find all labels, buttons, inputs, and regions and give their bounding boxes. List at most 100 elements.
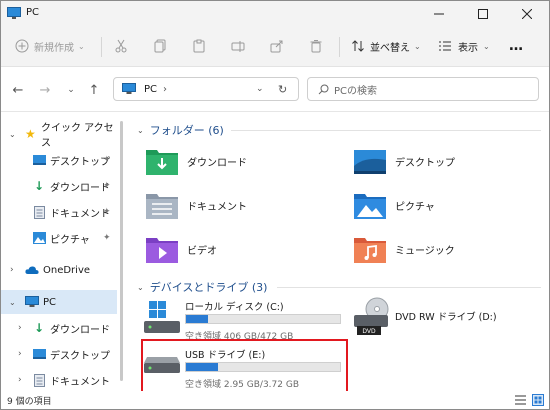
minimize-icon — [434, 13, 444, 15]
sidebar-item-pc[interactable]: ⌄ PC — [1, 290, 117, 314]
sidebar-item-label: ドキュメント — [50, 208, 110, 220]
windows-drive-icon — [144, 301, 180, 333]
sidebar-item-quick-access[interactable]: ⌄ ★ クイック アクセス — [1, 122, 117, 149]
folder-videos[interactable]: ビデオ — [145, 229, 345, 269]
drive-usage-bar — [185, 314, 341, 324]
more-options-button[interactable]: … — [509, 35, 523, 57]
pin-icon: ✦ — [103, 181, 111, 191]
drive-name: DVD RW ドライブ (D:) — [395, 312, 497, 323]
chevron-down-icon[interactable]: ⌄ — [9, 298, 16, 307]
forward-button[interactable]: → — [36, 81, 54, 99]
download-arrow-icon: ↓ — [34, 179, 45, 193]
details-view-icon[interactable] — [515, 395, 526, 405]
status-bar: 9 個の項目 — [1, 391, 549, 409]
download-arrow-icon: ↓ — [34, 321, 45, 335]
refresh-icon[interactable]: ↻ — [278, 83, 287, 96]
section-divider — [231, 130, 541, 131]
chevron-down-icon: ⌄ — [414, 41, 421, 51]
sidebar-item-documents[interactable]: ドキュメント ✦ — [1, 200, 117, 224]
chevron-right-icon: › — [163, 83, 168, 95]
drives-section-header[interactable]: ⌄ デバイスとドライブ (3) — [137, 279, 267, 295]
pc-icon — [122, 83, 136, 94]
up-button[interactable]: ↑ — [85, 81, 103, 99]
address-bar[interactable]: PC › ⌄ ↻ — [113, 77, 299, 101]
chevron-right-icon[interactable]: › — [18, 323, 22, 333]
paste-icon — [193, 39, 205, 53]
trash-icon — [310, 40, 322, 53]
sidebar-item-label: ピクチャ — [50, 234, 90, 246]
desktop-folder-icon — [354, 150, 386, 174]
pc-icon — [7, 7, 21, 19]
chevron-down-icon[interactable]: ⌄ — [9, 130, 16, 139]
breadcrumb-pc[interactable]: PC — [144, 84, 157, 95]
rename-button[interactable] — [231, 35, 245, 57]
chevron-right-icon[interactable]: › — [10, 265, 14, 275]
toolbar: 新規作成 ⌄ 並べ替え ⌄ 表示 ⌄ … — [1, 27, 549, 67]
sidebar-item-label: ダウンロード — [50, 324, 110, 336]
explorer-window: PC 新規作成 ⌄ 並べ替え ⌄ 表示 ⌄ … ← → ⌄ ↑ PC › ⌄ ↻… — [0, 0, 550, 410]
tiles-view-icon[interactable] — [532, 394, 544, 406]
cut-button[interactable] — [114, 35, 128, 57]
downloads-folder-icon — [146, 150, 178, 175]
window-title: PC — [26, 7, 40, 18]
folder-downloads[interactable]: ダウンロード — [145, 141, 345, 181]
new-icon — [15, 39, 29, 53]
sort-button[interactable]: 並べ替え ⌄ — [351, 35, 421, 57]
folder-documents[interactable]: ドキュメント — [145, 185, 345, 225]
arrow-up-icon: ↑ — [88, 82, 100, 98]
maximize-button[interactable] — [461, 1, 505, 27]
delete-button[interactable] — [309, 35, 323, 57]
search-box[interactable]: PCの検索 — [307, 77, 539, 101]
sort-label: 並べ替え — [370, 42, 410, 54]
close-button[interactable] — [505, 1, 549, 27]
view-button[interactable]: 表示 ⌄ — [438, 35, 490, 57]
share-icon — [270, 40, 283, 53]
folder-desktop[interactable]: デスクトップ — [353, 141, 549, 181]
section-divider — [277, 287, 541, 288]
sidebar-item-pc-desktop[interactable]: › デスクトップ — [1, 342, 117, 366]
address-dropdown-icon[interactable]: ⌄ — [256, 84, 264, 94]
drive-d[interactable]: DVD DVD RW ドライブ (D:) — [349, 297, 549, 349]
new-button[interactable]: 新規作成 ⌄ — [15, 35, 85, 57]
sidebar-item-pictures[interactable]: ピクチャ ✦ — [1, 226, 117, 250]
folder-music[interactable]: ミュージック — [353, 229, 549, 269]
sidebar-item-label: ダウンロード — [50, 182, 110, 194]
view-icon — [439, 41, 451, 51]
highlight-annotation — [141, 339, 348, 399]
chevron-down-icon: ⌄ — [67, 85, 75, 95]
sidebar-item-pc-downloads[interactable]: › ↓ ダウンロード — [1, 316, 117, 340]
item-count: 9 個の項目 — [7, 397, 52, 407]
minimize-button[interactable] — [417, 1, 461, 27]
maximize-icon — [478, 9, 488, 19]
sidebar-scrollbar[interactable] — [120, 121, 123, 381]
toolbar-divider — [101, 37, 102, 57]
title-bar: PC — [1, 1, 549, 27]
folders-section-header[interactable]: ⌄ フォルダー (6) — [137, 122, 224, 138]
paste-button[interactable] — [192, 35, 206, 57]
folder-pictures[interactable]: ピクチャ — [353, 185, 549, 225]
sidebar-item-downloads[interactable]: ↓ ダウンロード ✦ — [1, 174, 117, 198]
copy-button[interactable] — [153, 35, 167, 57]
chevron-down-icon: ⌄ — [137, 125, 144, 135]
folder-label: ドキュメント — [187, 201, 247, 213]
arrow-left-icon: ← — [12, 82, 24, 98]
sidebar-item-pc-documents[interactable]: › ドキュメント — [1, 368, 117, 392]
new-label: 新規作成 — [34, 42, 74, 54]
pin-icon: ✦ — [103, 233, 111, 243]
chevron-right-icon[interactable]: › — [18, 349, 22, 359]
copy-icon — [154, 39, 166, 53]
recent-locations-button[interactable]: ⌄ — [62, 81, 80, 99]
sidebar-item-label: PC — [43, 296, 57, 308]
documents-folder-icon — [146, 194, 178, 219]
sidebar-item-desktop[interactable]: デスクトップ ✦ — [1, 148, 117, 172]
search-icon — [318, 84, 329, 94]
back-button[interactable]: ← — [9, 81, 27, 99]
share-button[interactable] — [270, 35, 284, 57]
folder-label: ビデオ — [187, 245, 217, 257]
folder-label: デスクトップ — [395, 157, 455, 169]
desktop-icon — [33, 348, 46, 359]
folder-label: ピクチャ — [395, 201, 435, 213]
chevron-right-icon[interactable]: › — [18, 375, 22, 385]
cloud-icon — [25, 266, 39, 274]
sidebar-item-onedrive[interactable]: › OneDrive — [1, 258, 117, 282]
